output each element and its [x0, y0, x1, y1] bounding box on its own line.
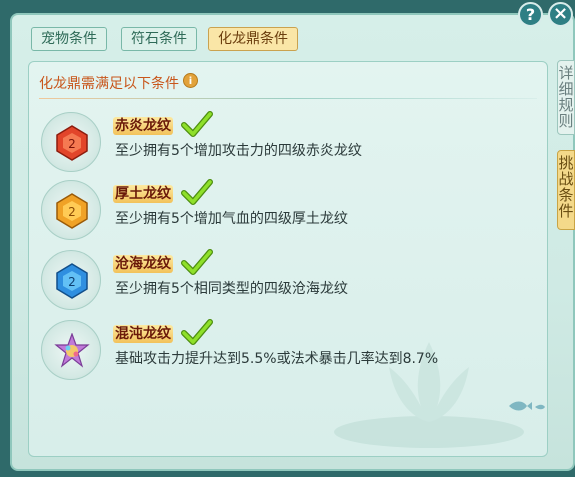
condition-name: 厚土龙纹 [113, 185, 173, 203]
blue-gem-icon: 2 [41, 250, 101, 310]
condition-name: 赤炎龙纹 [113, 117, 173, 135]
fish-decoration-icon [509, 401, 545, 411]
condition-description: 基础攻击力提升达到5.5%或法术暴击几率达到8.7% [115, 351, 439, 367]
checkmark-icon [181, 179, 213, 205]
red-gem-icon: 2 [41, 112, 101, 172]
condition-row-blue: 2 沧海龙纹 至少拥有5个相同类型的四级沧海龙纹 [41, 249, 521, 312]
svg-text:2: 2 [68, 205, 76, 219]
tab-rune-conditions[interactable]: 符石条件 [121, 27, 197, 51]
checkmark-icon [181, 319, 213, 345]
section-title: 化龙鼎需满足以下条件 [39, 76, 179, 92]
condition-row-rainbow: 混沌龙纹 基础攻击力提升达到5.5%或法术暴击几率达到8.7% [41, 319, 521, 382]
checkmark-icon [181, 249, 213, 275]
divider [39, 98, 537, 99]
condition-row-orange: 2 厚土龙纹 至少拥有5个增加气血的四级厚土龙纹 [41, 179, 521, 242]
info-icon[interactable]: i [183, 73, 198, 88]
tab-pet-conditions[interactable]: 宠物条件 [31, 27, 107, 51]
tab-dragon-cauldron-conditions[interactable]: 化龙鼎条件 [208, 27, 298, 51]
close-button[interactable]: × [548, 2, 573, 27]
side-tab-challenge[interactable]: 挑战条件 [557, 150, 575, 230]
checkmark-icon [181, 111, 213, 137]
condition-description: 至少拥有5个增加气血的四级厚土龙纹 [115, 211, 348, 227]
conditions-panel: 化龙鼎需满足以下条件 i 2 赤炎龙纹 至少拥有5个增加攻击力的四级赤炎龙纹 2… [28, 61, 548, 457]
help-button[interactable]: ? [518, 2, 543, 27]
condition-description: 至少拥有5个相同类型的四级沧海龙纹 [115, 281, 348, 297]
orange-gem-icon: 2 [41, 180, 101, 240]
condition-row-red: 2 赤炎龙纹 至少拥有5个增加攻击力的四级赤炎龙纹 [41, 111, 521, 174]
condition-description: 至少拥有5个增加攻击力的四级赤炎龙纹 [115, 143, 362, 159]
svg-text:2: 2 [68, 275, 76, 289]
side-tab-rules[interactable]: 详细规则 [557, 60, 575, 135]
condition-name: 沧海龙纹 [113, 255, 173, 273]
svg-text:2: 2 [68, 137, 76, 151]
rainbow-gem-icon [41, 320, 101, 380]
condition-name: 混沌龙纹 [113, 325, 173, 343]
